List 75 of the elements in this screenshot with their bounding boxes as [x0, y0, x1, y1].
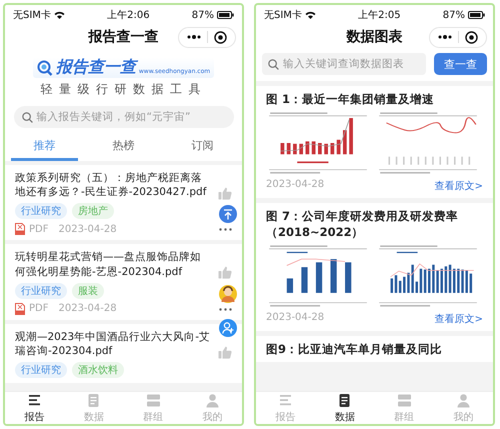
tab[interactable]: 订阅 — [169, 133, 236, 161]
magnifier-logo-icon — [36, 60, 53, 76]
file-type: PDF — [29, 303, 48, 314]
tag[interactable]: 行业研究 — [15, 362, 67, 378]
server-icon — [396, 392, 412, 408]
chart-title[interactable]: 图 1：最近一年集团销量及增速 — [266, 91, 483, 108]
tag[interactable]: 行业研究 — [15, 282, 67, 299]
wifi-icon — [54, 11, 65, 19]
nav-tab[interactable]: 群组 — [374, 392, 434, 424]
pdf-file-icon — [15, 223, 25, 236]
server-icon — [146, 392, 161, 408]
line-chart-drawing[interactable] — [376, 110, 480, 176]
search-placeholder: 输入关键词查询数据图表 — [283, 57, 404, 71]
search-field[interactable]: 输入报告关键词，例如“元宇宙” — [14, 106, 234, 128]
tagline: 轻量级行研数据工具 — [40, 81, 207, 98]
more-icon[interactable] — [187, 35, 201, 39]
list-icon — [27, 392, 42, 408]
thumbs-up-icon[interactable] — [218, 187, 232, 200]
person-icon — [456, 392, 471, 408]
status-time: 上午2:06 — [107, 8, 150, 22]
logo-text: 报告查一查 — [56, 57, 136, 78]
report-date: 2023-04-28 — [58, 224, 117, 235]
page-title: 报告查一查 — [88, 28, 158, 46]
search-placeholder: 输入报告关键词，例如“元宇宙” — [36, 110, 190, 124]
search-icon — [268, 58, 279, 70]
nav-tab[interactable]: 报告 — [256, 392, 316, 424]
nav-tab[interactable]: 数据 — [315, 392, 374, 424]
nav-tab[interactable]: 数据 — [64, 392, 124, 424]
arrow-up-icon — [223, 208, 233, 220]
nav-tab[interactable]: 报告 — [5, 392, 64, 424]
view-original-link[interactable]: 查看原文> — [434, 312, 483, 326]
capsule-menu[interactable] — [178, 26, 236, 48]
tag[interactable]: 行业研究 — [15, 203, 67, 220]
chart-date: 2023-04-28 — [266, 312, 324, 326]
wifi-icon — [304, 11, 316, 19]
tag[interactable]: 酒水饮料 — [72, 362, 124, 378]
thumbs-up-icon[interactable] — [218, 346, 232, 359]
chart-title[interactable]: 图 7：公司年度研发费用及研发费率（2018~2022） — [266, 208, 483, 240]
view-original-link[interactable]: 查看原文> — [434, 179, 483, 194]
thumbs-up-icon[interactable] — [218, 266, 232, 280]
search-button[interactable]: 查一查 — [434, 53, 487, 75]
bar-chart-drawing[interactable] — [266, 243, 370, 310]
search-field[interactable]: 输入关键词查询数据图表 — [262, 53, 426, 75]
search-icon — [22, 112, 32, 122]
tab[interactable]: 推荐 — [11, 133, 78, 161]
battery-percent: 87% — [192, 10, 214, 20]
bar-chart-drawing[interactable] — [266, 110, 370, 176]
list-icon — [278, 392, 294, 408]
report-date: 2023-04-28 — [58, 303, 117, 314]
tag[interactable]: 房地产 — [72, 203, 114, 220]
more-icon[interactable] — [438, 35, 452, 39]
page-title: 数据图表 — [346, 28, 402, 46]
chart-date: 2023-04-28 — [266, 179, 324, 192]
carrier-text: 无SIM卡 — [264, 8, 302, 22]
status-time: 上午2:05 — [358, 8, 401, 22]
tab[interactable]: 热榜 — [90, 133, 157, 161]
battery-icon — [216, 11, 234, 19]
nav-tab[interactable]: 我的 — [182, 392, 242, 424]
close-target-icon[interactable] — [214, 30, 227, 44]
battery-icon — [468, 11, 485, 19]
close-target-icon[interactable] — [465, 30, 478, 44]
avatar-icon — [220, 286, 236, 302]
report-title[interactable]: 政策系列研究（五）：房地产税距离落地还有多远？-民生证券-20230427.pdf — [15, 171, 210, 200]
nav-tab[interactable]: 我的 — [434, 392, 493, 424]
report-title[interactable]: 观潮—2023年中国酒品行业六大风向-艾瑞咨询-202304.pdf — [15, 330, 210, 358]
tag[interactable]: 服装 — [72, 282, 104, 299]
bar-chart-drawing[interactable] — [376, 243, 480, 310]
carrier-text: 无SIM卡 — [13, 8, 51, 22]
pdf-file-icon — [15, 302, 25, 315]
report-title[interactable]: 玩转明星花式营销——盘点服饰品牌如何强化明星势能-艺恩-202304.pdf — [15, 250, 210, 279]
person-icon — [204, 392, 220, 408]
nav-tab[interactable]: 群组 — [124, 392, 183, 424]
file-type: PDF — [29, 224, 48, 235]
capsule-menu[interactable] — [429, 26, 487, 48]
battery-percent: 87% — [442, 10, 465, 20]
